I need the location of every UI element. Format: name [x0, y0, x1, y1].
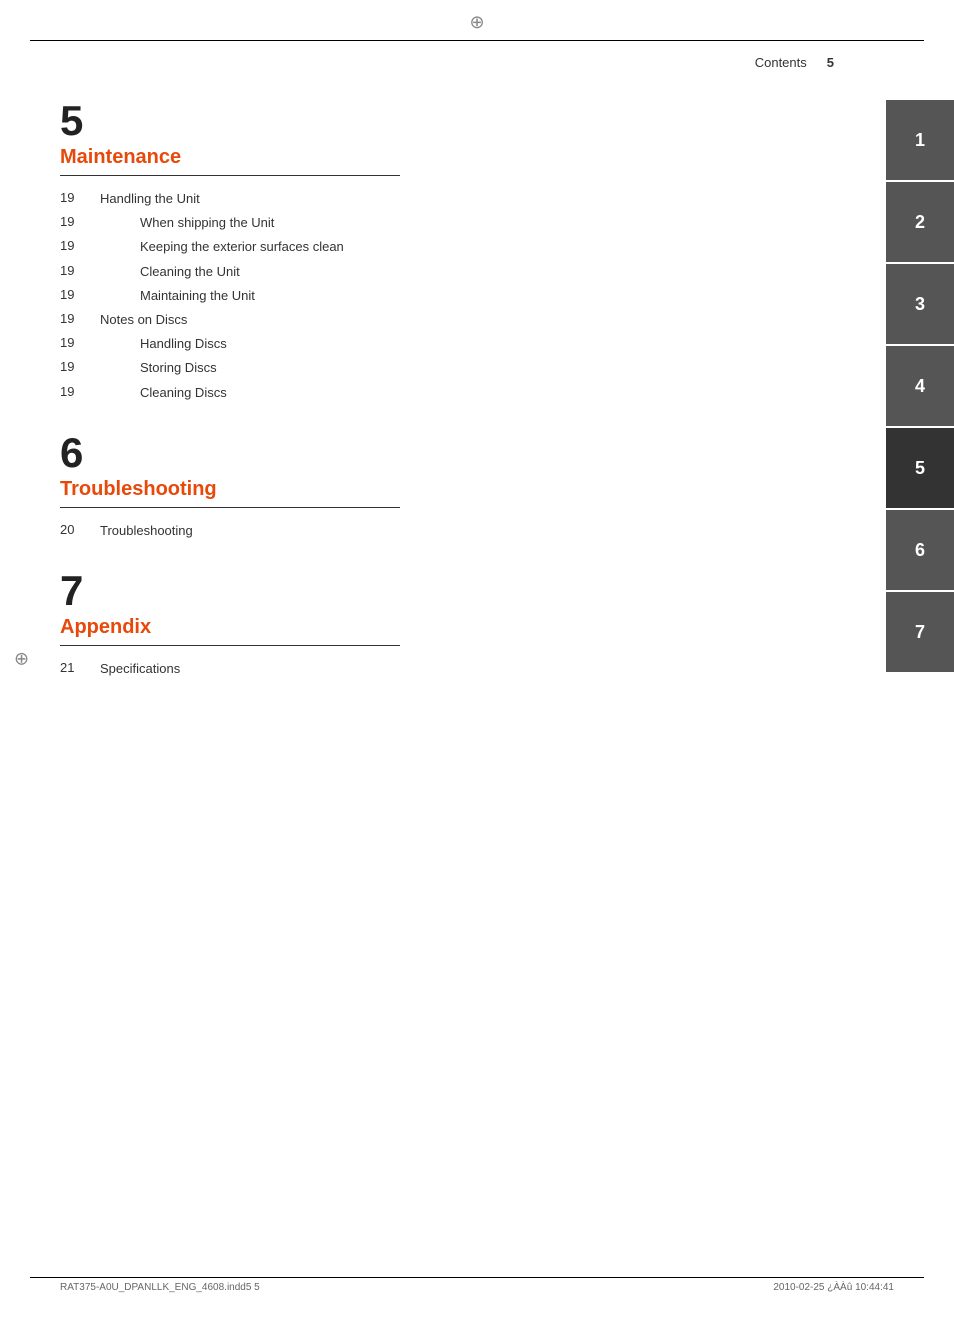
- toc-item: When shipping the Unit: [140, 214, 274, 232]
- reg-mark-left: ⊕: [14, 649, 29, 670]
- sidebar-tab-7[interactable]: 7: [886, 592, 954, 672]
- section-7-divider: [60, 645, 400, 646]
- toc-row: 19 Notes on Discs: [60, 311, 840, 329]
- toc-row: 19 Handling Discs: [60, 335, 840, 353]
- section-5-title: Maintenance: [60, 146, 840, 169]
- toc-item: Troubleshooting: [100, 522, 193, 540]
- sidebar-tab-5[interactable]: 5: [886, 428, 954, 508]
- section-6-divider: [60, 507, 400, 508]
- toc-item: Specifications: [100, 660, 180, 678]
- section-6-title: Troubleshooting: [60, 478, 840, 501]
- toc-item: Notes on Discs: [100, 311, 187, 329]
- footer-left: RAT375-A0U_DPANLLK_ENG_4608.indd5 5: [60, 1282, 260, 1293]
- toc-page: 19: [60, 311, 100, 326]
- toc-row: 19 Keeping the exterior surfaces clean: [60, 238, 840, 256]
- page-header: Contents 5: [755, 55, 834, 70]
- toc-page: 21: [60, 660, 100, 675]
- toc-page: 19: [60, 359, 100, 374]
- section-5-divider: [60, 175, 400, 176]
- section-6-num: 6: [60, 432, 840, 474]
- sidebar-tab-1-label: 1: [915, 130, 925, 151]
- toc-item: Maintaining the Unit: [140, 287, 255, 305]
- toc-item: Storing Discs: [140, 359, 217, 377]
- sidebar-tab-2[interactable]: 2: [886, 182, 954, 262]
- sidebar-tab-5-label: 5: [915, 458, 925, 479]
- toc-item: Handling Discs: [140, 335, 227, 353]
- sidebar-tab-4[interactable]: 4: [886, 346, 954, 426]
- header-title: Contents: [755, 55, 807, 70]
- toc-item: Handling the Unit: [100, 190, 200, 208]
- footer-right: 2010-02-25 ¿ÀÀû 10:44:41: [773, 1282, 894, 1293]
- header-page: 5: [827, 55, 834, 70]
- section-7-title: Appendix: [60, 616, 840, 639]
- sidebar-tab-6[interactable]: 6: [886, 510, 954, 590]
- sidebar-tab-4-label: 4: [915, 376, 925, 397]
- toc-row: 19 Handling the Unit: [60, 190, 840, 208]
- toc-page: 19: [60, 263, 100, 278]
- main-content: 5 Maintenance 19 Handling the Unit 19 Wh…: [60, 100, 840, 708]
- top-border: [30, 40, 924, 41]
- toc-row: 19 Cleaning Discs: [60, 384, 840, 402]
- toc-page: 19: [60, 190, 100, 205]
- reg-mark-top: ⊕: [469, 12, 484, 33]
- sidebar-tab-1[interactable]: 1: [886, 100, 954, 180]
- toc-row: 19 Maintaining the Unit: [60, 287, 840, 305]
- toc-page: 20: [60, 522, 100, 537]
- sidebar-tab-2-label: 2: [915, 212, 925, 233]
- section-5-num: 5: [60, 100, 840, 142]
- bottom-border: [30, 1277, 924, 1278]
- toc-row: 21 Specifications: [60, 660, 840, 678]
- toc-row: 19 Storing Discs: [60, 359, 840, 377]
- section-7: 7 Appendix 21 Specifications: [60, 570, 840, 678]
- toc-row: 19 Cleaning the Unit: [60, 263, 840, 281]
- toc-page: 19: [60, 238, 100, 253]
- toc-item: Keeping the exterior surfaces clean: [140, 238, 344, 256]
- sidebar-tab-3[interactable]: 3: [886, 264, 954, 344]
- toc-row: 20 Troubleshooting: [60, 522, 840, 540]
- sidebar-tab-3-label: 3: [915, 294, 925, 315]
- section-7-num: 7: [60, 570, 840, 612]
- toc-item: Cleaning the Unit: [140, 263, 240, 281]
- toc-row: 19 When shipping the Unit: [60, 214, 840, 232]
- toc-page: 19: [60, 287, 100, 302]
- toc-page: 19: [60, 384, 100, 399]
- footer: RAT375-A0U_DPANLLK_ENG_4608.indd5 5 2010…: [60, 1282, 894, 1293]
- toc-page: 19: [60, 214, 100, 229]
- section-5: 5 Maintenance 19 Handling the Unit 19 Wh…: [60, 100, 840, 402]
- toc-page: 19: [60, 335, 100, 350]
- section-6: 6 Troubleshooting 20 Troubleshooting: [60, 432, 840, 540]
- sidebar-tab-7-label: 7: [915, 622, 925, 643]
- sidebar-tab-6-label: 6: [915, 540, 925, 561]
- sidebar: 1 2 3 4 5 6 7: [886, 100, 954, 674]
- toc-item: Cleaning Discs: [140, 384, 227, 402]
